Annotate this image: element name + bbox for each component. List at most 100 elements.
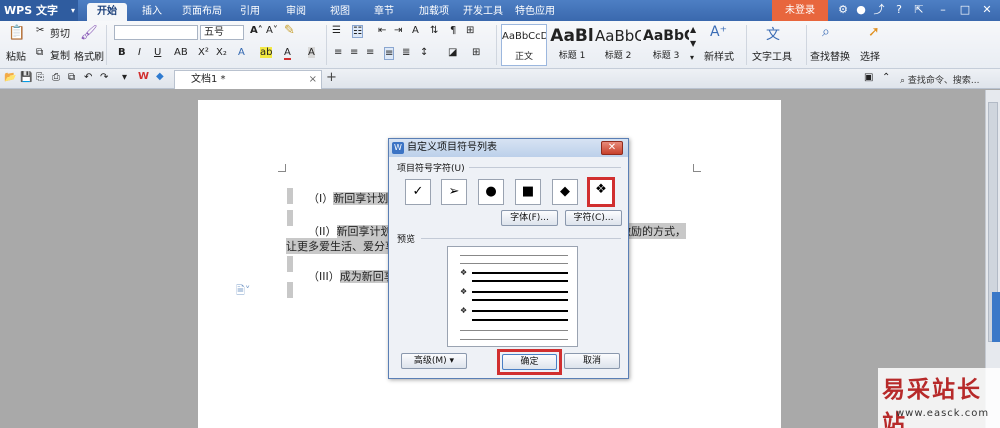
doc-line-1[interactable]: （I）新回享计划是 (308, 190, 400, 206)
open-icon[interactable]: 📂 (4, 72, 16, 83)
char-shading-icon[interactable]: A (308, 47, 315, 58)
new-tab-button[interactable]: + (326, 70, 337, 85)
sort-icon[interactable]: ⇅ (430, 25, 438, 36)
cut-button[interactable]: 剪切 (50, 25, 70, 40)
tab-addins[interactable]: 加载项 (414, 3, 454, 21)
paste-icon[interactable]: 📋 (8, 25, 25, 41)
clear-format-icon[interactable]: ✎ (284, 23, 295, 38)
customize-icon[interactable]: ▾ (122, 72, 127, 83)
line-spacing-icon[interactable]: ↕ (420, 47, 428, 58)
strikethrough-icon[interactable]: AB (174, 47, 188, 58)
bullet-option-diamond[interactable]: ◆ (552, 179, 578, 205)
styles-scroll-down-icon[interactable]: ▼ (690, 39, 696, 48)
justify-icon[interactable]: ≡ (384, 47, 395, 60)
select-button[interactable]: 选择 (860, 48, 880, 63)
copy-button[interactable]: 复制 (50, 47, 70, 62)
skin-icon[interactable]: ⚙ (836, 3, 850, 17)
numbered-list-icon[interactable]: ☷ (352, 25, 363, 38)
align-center-icon[interactable]: ≡ (350, 47, 358, 58)
bullet-option-check[interactable]: ✓ (405, 179, 431, 205)
text-tools-icon[interactable]: 文 (766, 24, 780, 44)
paste-button[interactable]: 粘贴 (6, 48, 26, 63)
brush-icon[interactable]: 🖌 (80, 25, 98, 41)
style-heading-1[interactable]: AaBl 标题 1 (549, 24, 595, 66)
bullet-option-circle[interactable]: ● (478, 179, 504, 205)
share-icon[interactable]: ⤴ (872, 3, 886, 17)
chinese-layout-icon[interactable]: A (412, 25, 419, 36)
print-icon[interactable]: ⎙ (52, 72, 60, 83)
shading-icon[interactable]: ◪ (448, 47, 457, 58)
pane-icon[interactable]: ▣ (864, 72, 873, 83)
search-command-input[interactable]: ⌕ 查找命令、搜索... (900, 73, 980, 86)
font-size-combo[interactable]: 五号 (200, 25, 244, 40)
undo-icon[interactable]: ↶ (84, 72, 92, 83)
bullet-option-square[interactable]: ■ (515, 179, 541, 205)
login-button[interactable]: 未登录 (772, 0, 828, 21)
text-tools-button[interactable]: 文字工具 (752, 48, 792, 63)
ok-button[interactable]: 确定 (502, 354, 557, 370)
close-tab-icon[interactable]: × (309, 71, 317, 88)
new-style-icon[interactable]: A⁺ (710, 24, 727, 40)
save-icon[interactable]: 💾 (20, 72, 32, 83)
doc-line-2-tail[interactable]: 激励的方式， (620, 223, 686, 239)
tab-review[interactable]: 审阅 (282, 3, 310, 21)
bullet-list-icon[interactable]: ☰ (332, 25, 341, 36)
paste-options-icon[interactable]: 🗎˅ (236, 282, 250, 301)
styles-scroll-up-icon[interactable]: ▲ (690, 25, 696, 34)
bullet-option-four-diamond[interactable]: ❖ (587, 177, 615, 207)
collapse-ribbon-icon[interactable]: ⌃ (882, 72, 890, 83)
advanced-button[interactable]: 高级(M) ▾ (401, 353, 467, 369)
font-button[interactable]: 字体(F)... (501, 210, 558, 226)
bullet-option-arrow[interactable]: ➢ (441, 179, 467, 205)
document-tab[interactable]: 文档1 * × (174, 70, 322, 89)
font-name-combo[interactable] (114, 25, 198, 40)
style-heading-3[interactable]: AaBbC 标题 3 (643, 24, 689, 66)
dialog-title-bar[interactable]: W 自定义项目符号列表 (389, 139, 628, 157)
app-menu-button[interactable]: WPS 文字 ▾ (0, 0, 78, 21)
decrease-indent-icon[interactable]: ⇤ (378, 25, 386, 36)
tab-developer[interactable]: 开发工具 (458, 3, 508, 21)
character-button[interactable]: 字符(C)... (565, 210, 622, 226)
align-left-icon[interactable]: ≡ (334, 47, 342, 58)
underline-icon[interactable]: U (154, 47, 161, 58)
distribute-icon[interactable]: ≣ (402, 47, 410, 58)
increase-indent-icon[interactable]: ⇥ (394, 25, 402, 36)
find-replace-icon[interactable]: ⌕ (822, 24, 830, 40)
tab-start[interactable]: 开始 (87, 3, 127, 21)
tab-view[interactable]: 视图 (326, 3, 354, 21)
help-icon[interactable]: ? (892, 3, 906, 17)
styles-more-icon[interactable]: ▾ (690, 53, 694, 62)
doc-line-3[interactable]: 让更多爱生活、爱分享 (286, 238, 396, 254)
subscript-icon[interactable]: X₂ (216, 47, 227, 58)
superscript-icon[interactable]: X² (198, 47, 209, 58)
dialog-close-button[interactable]: ✕ (601, 141, 623, 155)
grow-font-icon[interactable]: A˄ (250, 25, 263, 36)
restore-ribbon-icon[interactable]: ⇱ (912, 3, 926, 17)
tab-chapter[interactable]: 章节 (370, 3, 398, 21)
maximize-icon[interactable]: □ (958, 3, 972, 17)
italic-icon[interactable]: I (138, 47, 141, 58)
print-preview-icon[interactable]: ⧉ (68, 72, 75, 83)
tab-references[interactable]: 引用 (236, 3, 264, 21)
format-painter-button[interactable]: 格式刷 (74, 48, 104, 63)
save-as-icon[interactable]: ⎘ (36, 72, 44, 83)
new-style-button[interactable]: 新样式 (704, 48, 734, 63)
cursor-icon[interactable]: ➚ (868, 24, 880, 40)
side-panel-tab[interactable] (992, 292, 1000, 342)
style-normal[interactable]: AaBbCcDd 正文 (501, 24, 547, 66)
doc-line-4[interactable]: （III）成为新回享 (308, 268, 395, 284)
show-marks-icon[interactable]: ¶ (450, 25, 456, 36)
settings-icon[interactable]: ● (854, 3, 868, 17)
tab-special[interactable]: 特色应用 (510, 3, 560, 21)
redo-icon[interactable]: ↷ (100, 72, 108, 83)
style-heading-2[interactable]: AaBbC 标题 2 (595, 24, 641, 66)
text-effect-icon[interactable]: A (238, 47, 245, 58)
font-color-icon[interactable]: A (284, 47, 291, 60)
copy-icon[interactable]: ⧉ (36, 47, 43, 58)
highlight-icon[interactable]: ab (260, 47, 273, 58)
find-replace-button[interactable]: 查找替换 (810, 48, 850, 63)
cloud-icon[interactable]: ◆ (156, 71, 164, 82)
tabs-icon[interactable]: ⊞ (466, 25, 474, 36)
align-right-icon[interactable]: ≡ (366, 47, 374, 58)
tab-insert[interactable]: 插入 (136, 3, 168, 21)
